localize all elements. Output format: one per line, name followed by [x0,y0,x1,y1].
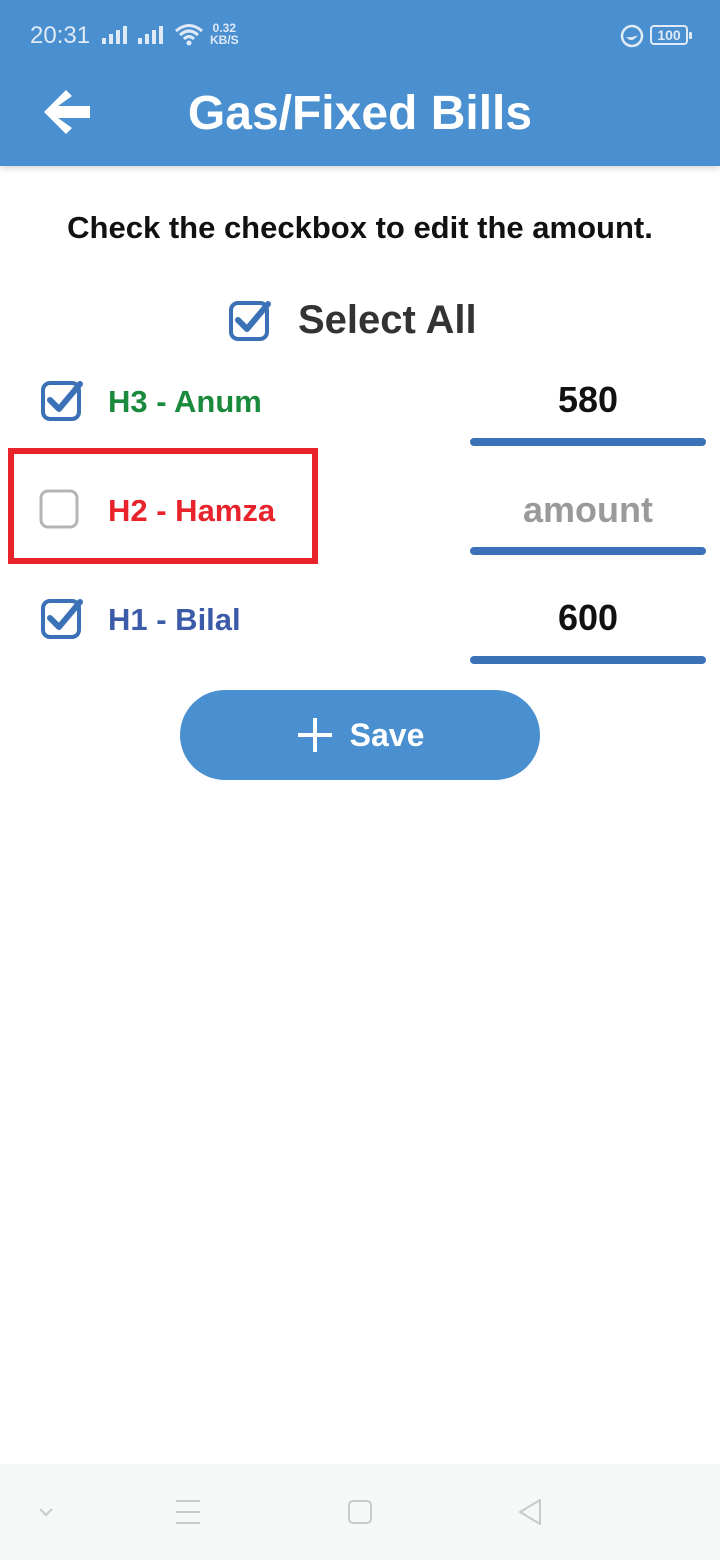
home-square-icon[interactable] [338,1490,382,1534]
instruction-text: Check the checkbox to edit the amount. [67,210,653,245]
menu-icon[interactable] [166,1490,210,1534]
page-title: Gas/Fixed Bills [187,87,533,140]
row-checkbox-h1[interactable] [40,596,84,640]
status-bar: 20:31 0.32 KB/S 100 [0,0,720,70]
select-all-checkbox[interactable] [228,298,272,342]
app-bar: 20:31 0.32 KB/S 100 Gas/Fixed Bills [0,0,720,166]
chevron-down-icon[interactable] [24,1490,68,1534]
amount-input-h1[interactable] [470,590,706,646]
back-triangle-icon[interactable] [508,1490,552,1534]
highlight-box [8,448,318,564]
row-label-h3: H3 - Anum [108,384,262,419]
amount-input-h3[interactable] [470,372,706,428]
amount-input-h2[interactable] [470,482,706,538]
select-all-label: Select All [298,298,477,342]
amount-underline [470,656,706,664]
net-speed-unit: KB/S [210,33,239,47]
signal-icon [102,26,127,44]
net-speed: 0.32 KB/S [210,22,239,46]
dnd-icon [620,24,644,48]
save-button-label: Save [349,716,425,753]
row-checkbox-h3[interactable] [40,378,84,422]
amount-underline [470,438,706,446]
wifi-icon [175,24,203,46]
plus-icon [297,718,332,752]
navigation-bar [0,1464,720,1560]
battery-indicator: 100 [650,25,692,45]
save-button[interactable]: Save [180,690,540,780]
row-label-h1: H1 - Bilal [108,602,241,637]
amount-underline [470,547,706,555]
signal-icon [138,26,163,44]
status-time: 20:31 [30,22,91,49]
